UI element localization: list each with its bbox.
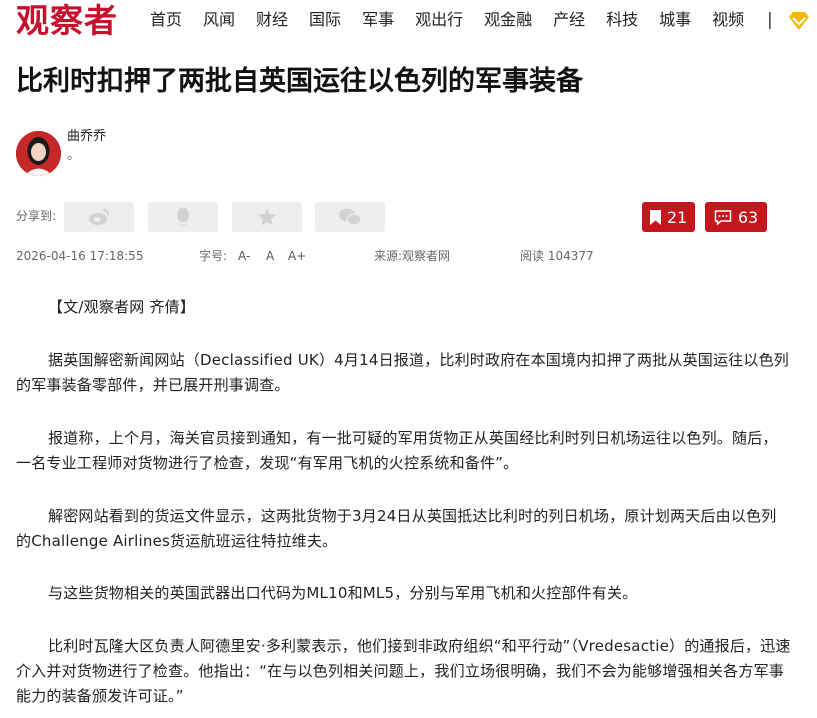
nav-item-home[interactable]: 首页 — [150, 9, 182, 31]
share-qq-button[interactable] — [148, 202, 218, 232]
bookmark-icon — [649, 209, 661, 225]
font-size-decrease-button[interactable]: A- — [238, 248, 250, 264]
read-count: 阅读 104377 — [520, 249, 594, 263]
nav-item-international[interactable]: 国际 — [309, 9, 341, 31]
author-description: 。 — [67, 148, 81, 163]
article-title: 比利时扣押了两批自英国运往以色列的军事装备 — [16, 66, 583, 97]
share-weibo-button[interactable] — [64, 202, 134, 232]
publish-date: 2026-04-16 17:18:55 — [16, 249, 144, 263]
bookmark-button[interactable]: 21 — [642, 202, 695, 232]
comment-button[interactable]: 63 — [705, 202, 767, 232]
article-source: 来源:观察者网 — [374, 249, 451, 263]
qzone-star-icon — [258, 208, 276, 226]
nav-item-fengwen[interactable]: 风闻 — [203, 9, 235, 31]
paragraph: 比利时瓦隆大区负责人阿德里安·多利蒙表示，他们接到非政府组织“和平行动”（Vre… — [16, 637, 791, 705]
nav-item-travel[interactable]: 观出行 — [415, 9, 463, 31]
nav-item-tech[interactable]: 科技 — [606, 9, 638, 31]
share-qzone-button[interactable] — [232, 202, 302, 232]
nav-item-finance[interactable]: 财经 — [256, 9, 288, 31]
weibo-icon — [89, 209, 109, 225]
nav-links: 首页 风闻 财经 国际 军事 观出行 观金融 产经 科技 城事 视频 — [150, 9, 765, 31]
comment-count: 63 — [737, 207, 759, 227]
paragraph: 与这些货物相关的英国武器出口代码为ML10和ML5，分别与军用飞机和火控部件有关… — [48, 584, 638, 602]
nav-item-military[interactable]: 军事 — [362, 9, 394, 31]
qq-icon — [176, 207, 190, 226]
paragraph: 据英国解密新闻网站（Declassified UK）4月14日报道，比利时政府在… — [16, 351, 789, 394]
author-name[interactable]: 曲乔乔 — [67, 128, 106, 146]
vip-diamond-icon[interactable] — [788, 11, 810, 31]
font-size-label: 字号: — [199, 249, 228, 263]
paragraph: 解密网站看到的货运文件显示，这两批货物于3月24日从英国抵达比利时的列日机场，原… — [16, 507, 777, 550]
nav-item-city[interactable]: 城事 — [659, 9, 691, 31]
font-size-increase-button[interactable]: A+ — [288, 248, 306, 264]
top-navigation: 观察者 首页 风闻 财经 国际 军事 观出行 观金融 产经 科技 城事 视频 | — [0, 0, 817, 44]
wechat-icon — [339, 208, 362, 226]
site-logo[interactable]: 观察者 — [16, 2, 118, 40]
comment-icon — [714, 209, 732, 225]
font-size-normal-button[interactable]: A — [266, 248, 274, 264]
author-avatar[interactable] — [16, 131, 61, 176]
bookmark-count: 21 — [666, 207, 688, 227]
share-label: 分享到: — [16, 209, 57, 223]
nav-item-guan-finance[interactable]: 观金融 — [484, 9, 532, 31]
paragraph-byline: 【文/观察者网 齐倩】 — [48, 298, 196, 316]
nav-item-industry[interactable]: 产经 — [553, 9, 585, 31]
nav-separator: | — [767, 10, 773, 30]
paragraph: 报道称，上个月，海关官员接到通知，有一批可疑的军用货物正从英国经比利时列日机场运… — [16, 429, 778, 472]
nav-item-video[interactable]: 视频 — [712, 9, 744, 31]
share-wechat-button[interactable] — [315, 202, 385, 232]
